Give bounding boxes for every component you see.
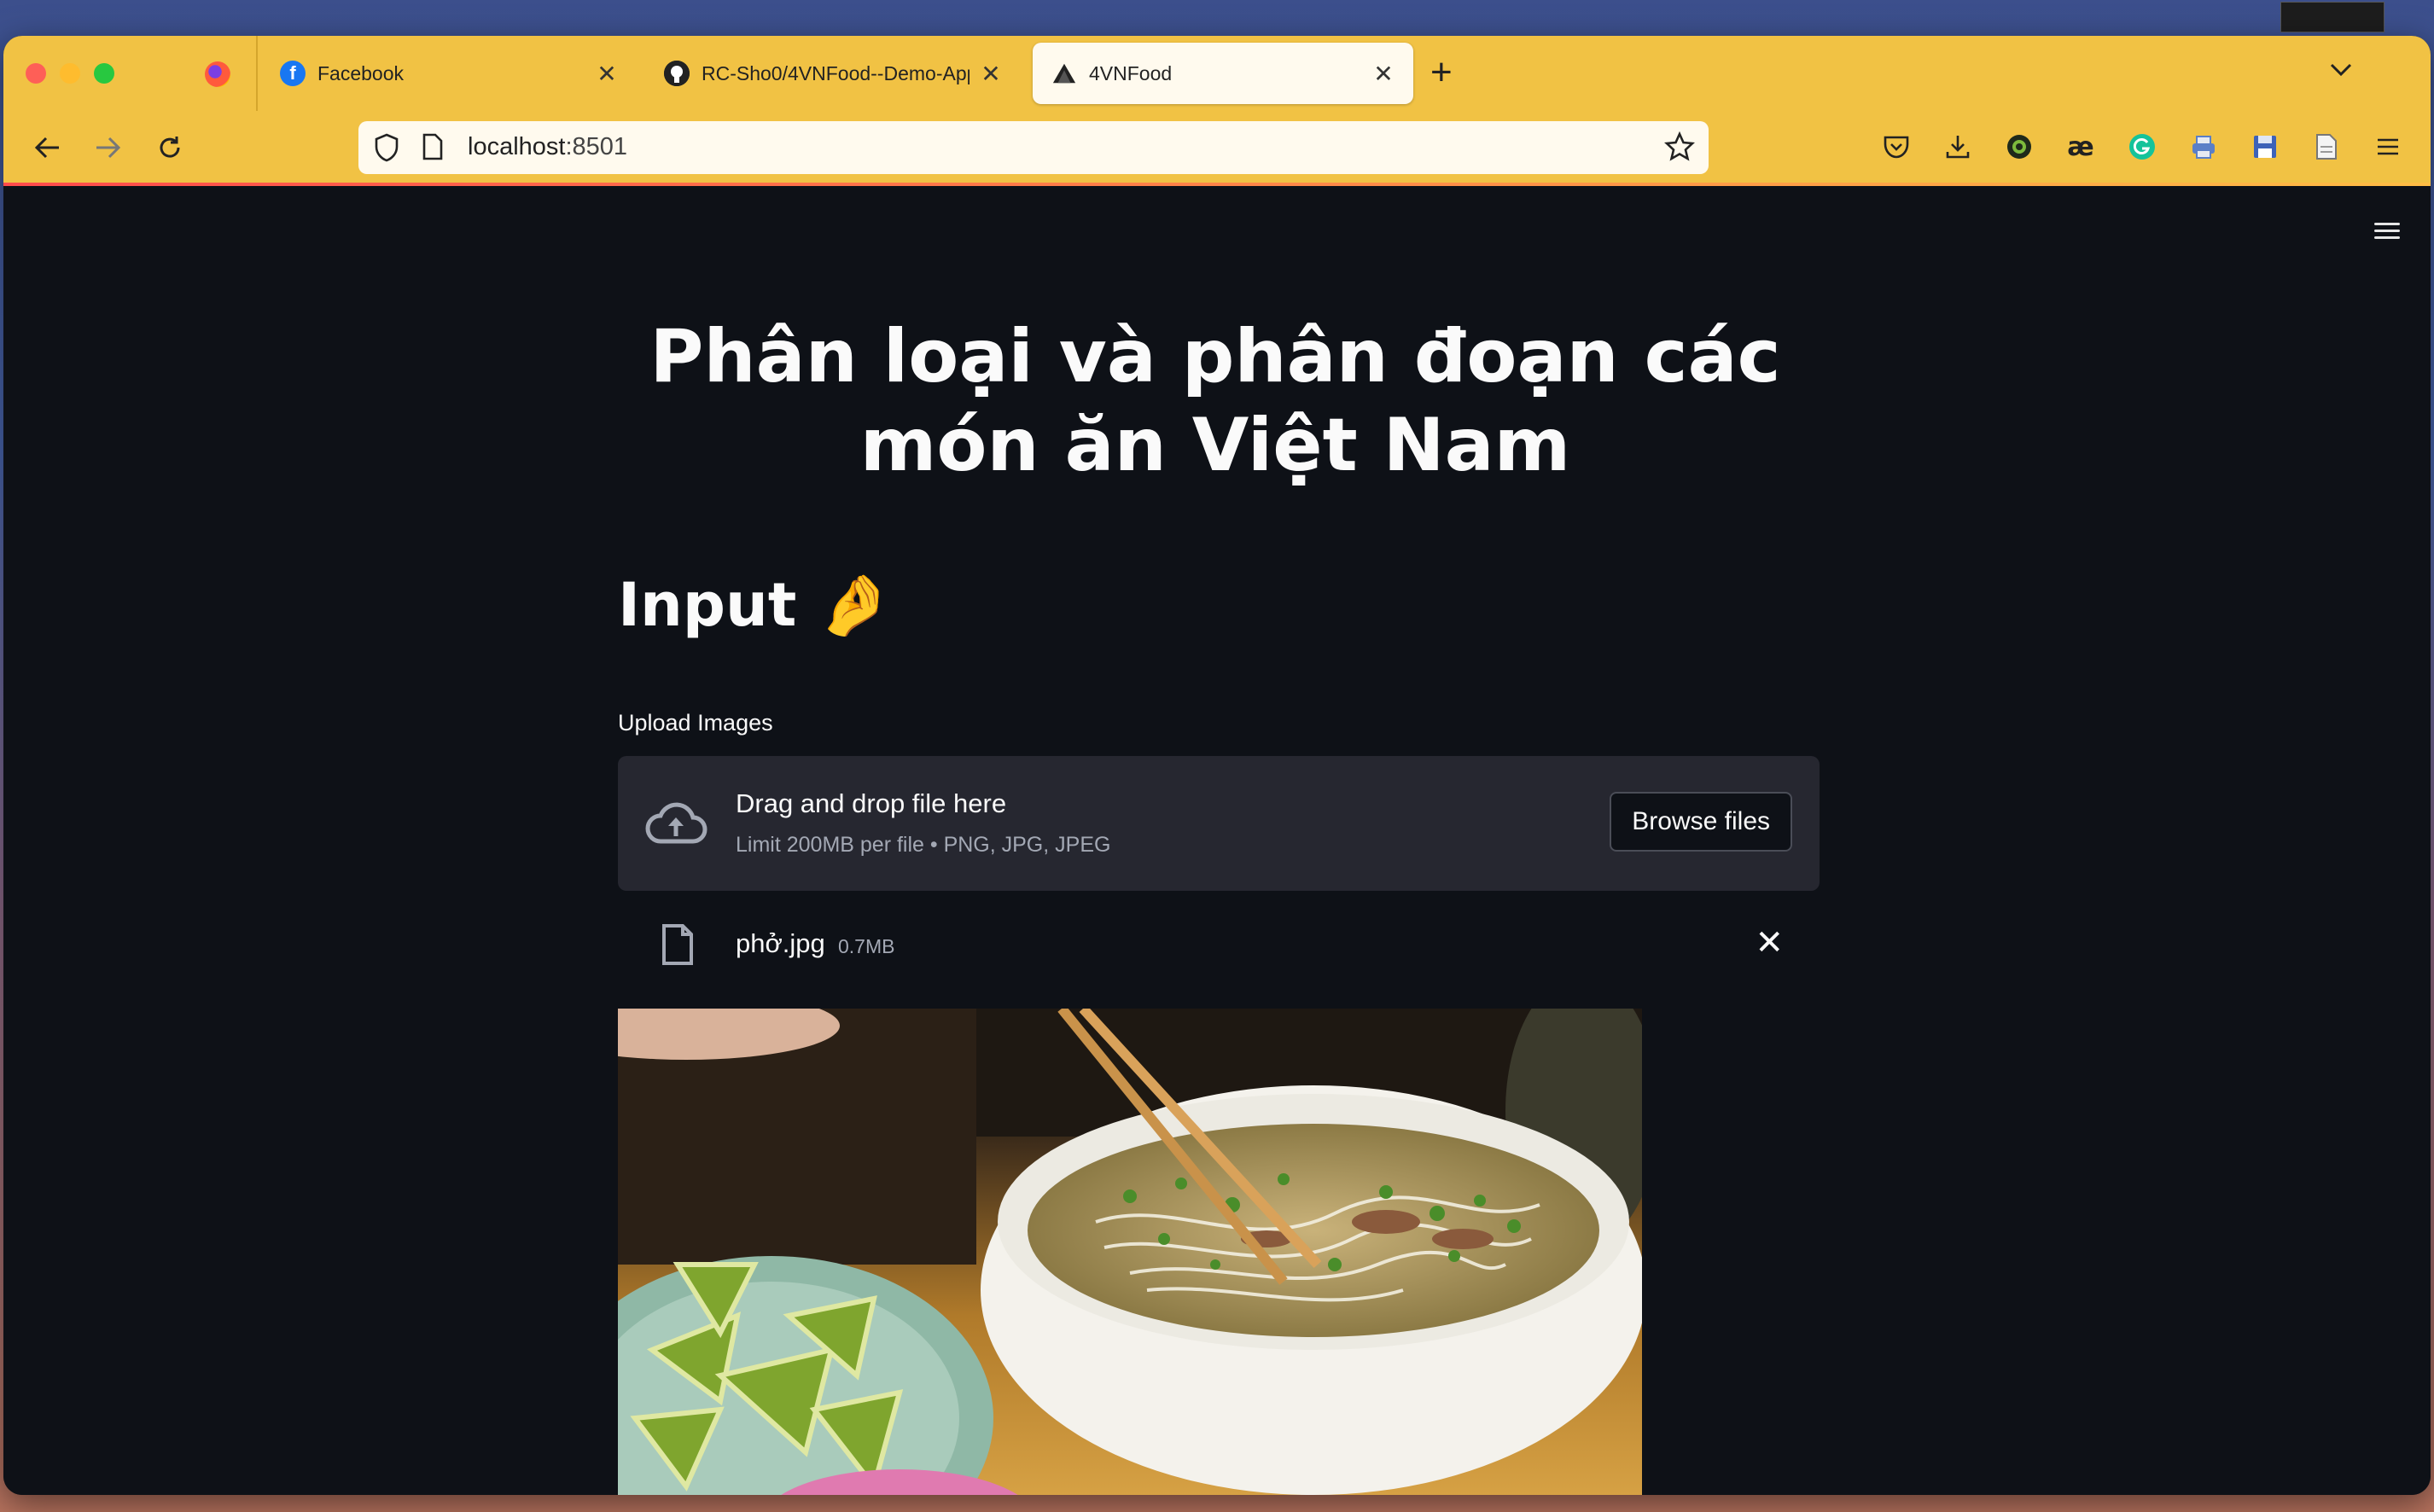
close-tab-icon[interactable]: ✕ xyxy=(980,60,1002,88)
facebook-icon: f xyxy=(280,61,306,86)
section-heading: Input 🤌 xyxy=(618,570,892,640)
shield-icon[interactable] xyxy=(374,133,399,166)
close-tab-icon[interactable]: ✕ xyxy=(1372,60,1395,88)
desktop-thumbnail xyxy=(2280,2,2385,32)
save-disk-icon[interactable] xyxy=(2246,128,2284,166)
firefox-icon[interactable] xyxy=(205,61,230,87)
new-tab-button[interactable]: + xyxy=(1430,51,1453,94)
window-controls xyxy=(26,63,196,84)
tab-4vnfood[interactable]: 4VNFood ✕ xyxy=(1033,43,1413,104)
file-name: phở.jpg xyxy=(736,928,825,958)
ae-extension-icon[interactable]: æ xyxy=(2062,128,2099,166)
file-icon xyxy=(662,924,693,965)
uploaded-file-item: phở.jpg 0.7MB ✕ xyxy=(618,911,1820,980)
print-extension-icon[interactable] xyxy=(2185,128,2222,166)
tab-separator xyxy=(256,36,258,111)
page-info-icon[interactable] xyxy=(422,133,444,165)
remove-file-icon[interactable]: ✕ xyxy=(1755,923,1784,962)
document-icon[interactable] xyxy=(2308,128,2345,166)
url-port: :8501 xyxy=(565,133,628,160)
list-all-tabs-chevron-icon[interactable] xyxy=(2328,56,2354,85)
downloads-icon[interactable] xyxy=(1939,128,1977,166)
tab-title: Facebook xyxy=(317,61,405,84)
dropzone-instructions: Drag and drop file here xyxy=(736,788,1007,818)
url-host: localhost xyxy=(468,133,566,160)
file-size: 0.7MB xyxy=(838,935,895,957)
navigation-toolbar: localhost:8501 æ xyxy=(3,111,2431,184)
close-window-button[interactable] xyxy=(26,63,46,84)
app-menu-icon[interactable] xyxy=(2369,128,2407,166)
bookmark-star-icon[interactable] xyxy=(1664,131,1695,166)
extension-globe-icon[interactable] xyxy=(2000,128,2038,166)
page-title: Phân loại và phân đoạn các món ăn Việt N… xyxy=(649,314,1781,488)
pocket-icon[interactable] xyxy=(1878,128,1915,166)
url-bar[interactable]: localhost:8501 xyxy=(358,121,1709,174)
close-tab-icon[interactable]: ✕ xyxy=(596,60,618,88)
file-dropzone[interactable]: Drag and drop file here Limit 200MB per … xyxy=(618,756,1820,891)
dropzone-limit-text: Limit 200MB per file • PNG, JPG, JPEG xyxy=(736,833,1111,857)
tab-title: 4VNFood xyxy=(1089,61,1173,84)
url-text[interactable]: localhost:8501 xyxy=(468,133,627,161)
streamlit-icon xyxy=(1051,61,1077,86)
tab-facebook[interactable]: f Facebook ✕ xyxy=(261,43,637,104)
uploader-label: Upload Images xyxy=(618,710,773,736)
uploaded-pho-image xyxy=(618,1009,1642,1495)
reload-icon[interactable] xyxy=(150,128,189,167)
streamlit-menu-icon[interactable] xyxy=(2374,218,2400,243)
tab-github[interactable]: RC-Sho0/4VNFood--Demo-App ✕ xyxy=(645,43,1021,104)
minimize-window-button[interactable] xyxy=(60,63,80,84)
maximize-window-button[interactable] xyxy=(94,63,114,84)
browser-window: f Facebook ✕ RC-Sho0/4VNFood--Demo-App ✕… xyxy=(3,36,2431,1495)
cloud-upload-icon xyxy=(645,802,707,844)
tab-title: RC-Sho0/4VNFood--Demo-App xyxy=(702,61,970,84)
github-icon xyxy=(664,61,690,86)
tab-strip: f Facebook ✕ RC-Sho0/4VNFood--Demo-App ✕… xyxy=(3,36,2431,111)
back-arrow-icon[interactable] xyxy=(27,128,67,167)
app-content: Phân loại và phân đoạn các món ăn Việt N… xyxy=(3,186,2431,1495)
grammarly-icon[interactable] xyxy=(2123,128,2161,166)
browse-files-button[interactable]: Browse files xyxy=(1610,792,1792,852)
forward-arrow-icon[interactable] xyxy=(89,128,128,167)
